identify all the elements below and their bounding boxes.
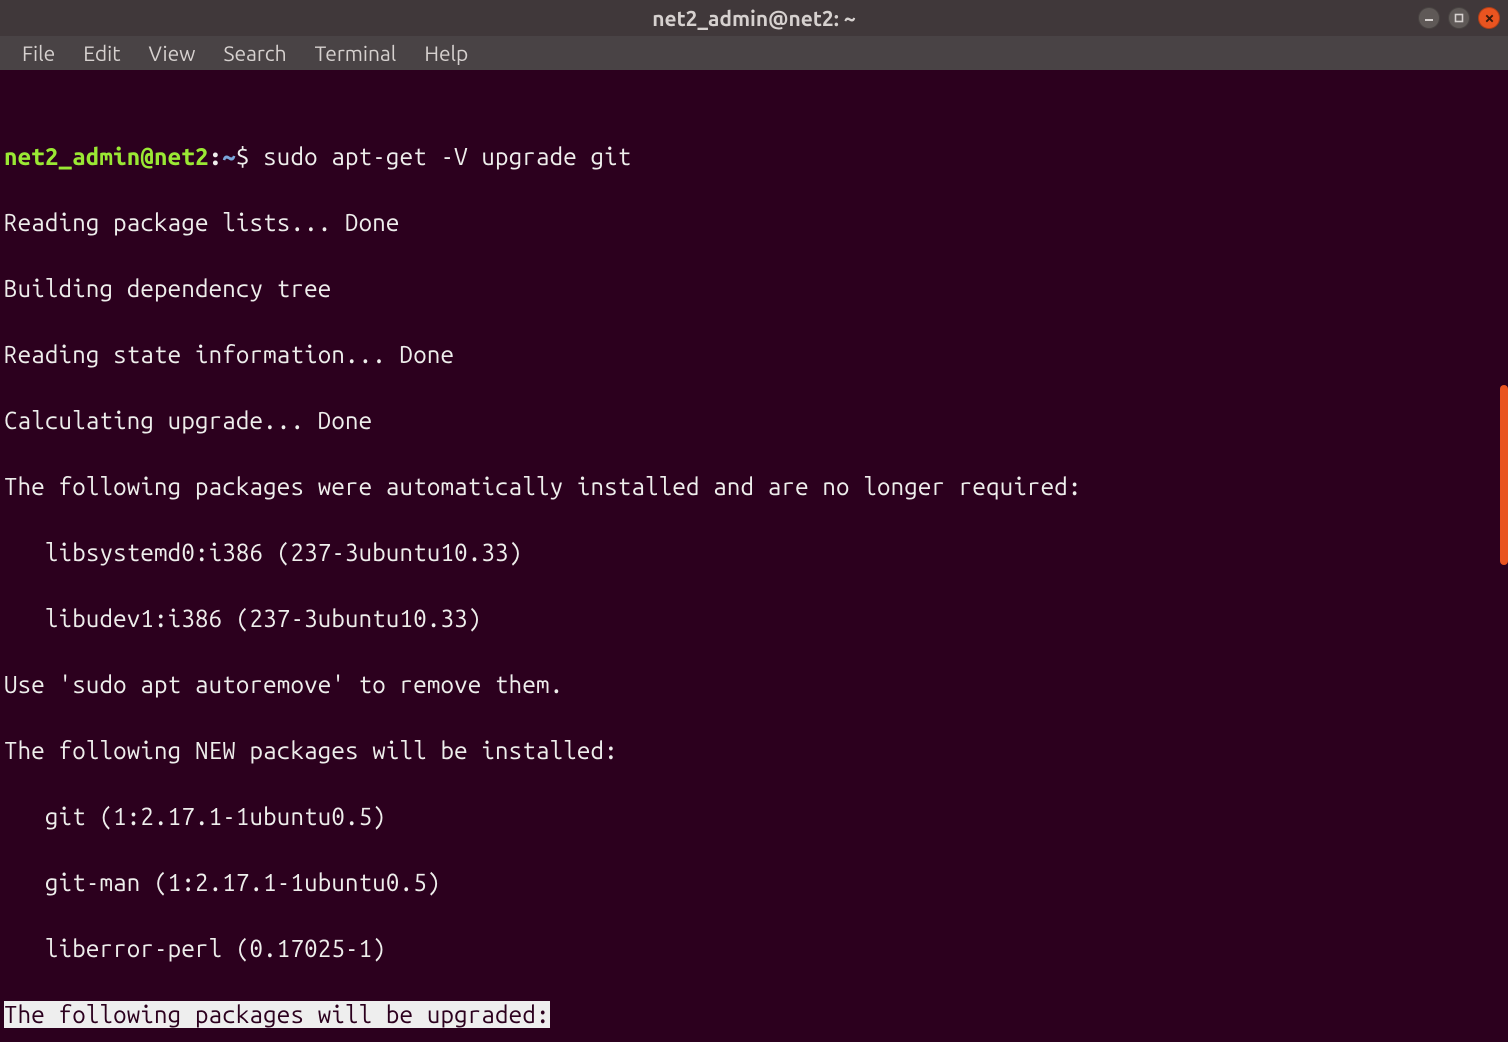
list-item: libudev1:i386 (237-3ubuntu10.33) bbox=[4, 602, 1504, 635]
list-item: libsystemd0:i386 (237-3ubuntu10.33) bbox=[4, 536, 1504, 569]
minimize-icon bbox=[1423, 12, 1435, 24]
titlebar: net2_admin@net2: ~ bbox=[0, 0, 1508, 36]
output-line: The following packages were automaticall… bbox=[4, 470, 1504, 503]
close-icon bbox=[1484, 13, 1495, 24]
prompt-line: net2_admin@net2:~$ sudo apt-get -V upgra… bbox=[4, 140, 1504, 173]
list-item: git-man (1:2.17.1-1ubuntu0.5) bbox=[4, 866, 1504, 899]
menu-file[interactable]: File bbox=[8, 38, 69, 68]
terminal-viewport[interactable]: net2_admin@net2:~$ sudo apt-get -V upgra… bbox=[0, 70, 1508, 1042]
maximize-icon bbox=[1453, 12, 1465, 24]
list-item-text: libudev1:i386 (237-3ubuntu10.33) bbox=[45, 605, 481, 632]
prompt-sep: : bbox=[209, 143, 223, 170]
maximize-button[interactable] bbox=[1448, 7, 1470, 29]
list-item-text: git-man (1:2.17.1-1ubuntu0.5) bbox=[45, 869, 441, 896]
window-controls bbox=[1418, 7, 1500, 29]
menu-view[interactable]: View bbox=[134, 38, 209, 68]
menubar: File Edit View Search Terminal Help bbox=[0, 36, 1508, 70]
output-line-highlighted: The following packages will be upgraded: bbox=[4, 998, 1504, 1031]
prompt-symbol: $ bbox=[236, 143, 250, 170]
list-item-text: libsystemd0:i386 (237-3ubuntu10.33) bbox=[45, 539, 522, 566]
output-line: Use 'sudo apt autoremove' to remove them… bbox=[4, 668, 1504, 701]
close-button[interactable] bbox=[1478, 7, 1500, 29]
selection-text: The following packages will be upgraded: bbox=[4, 1001, 550, 1028]
minimize-button[interactable] bbox=[1418, 7, 1440, 29]
list-item-text: liberror-perl (0.17025-1) bbox=[45, 935, 386, 962]
scrollbar-thumb[interactable] bbox=[1500, 385, 1508, 565]
list-item: liberror-perl (0.17025-1) bbox=[4, 932, 1504, 965]
output-line: Building dependency tree bbox=[4, 272, 1504, 305]
window-title: net2_admin@net2: ~ bbox=[652, 6, 856, 30]
output-line: Calculating upgrade... Done bbox=[4, 404, 1504, 437]
menu-edit[interactable]: Edit bbox=[69, 38, 134, 68]
prompt-userhost: net2_admin@net2 bbox=[4, 143, 209, 170]
list-item-text: git (1:2.17.1-1ubuntu0.5) bbox=[45, 803, 386, 830]
command-text: sudo apt-get -V upgrade git bbox=[263, 143, 631, 170]
prompt-path: ~ bbox=[222, 143, 236, 170]
output-line: Reading package lists... Done bbox=[4, 206, 1504, 239]
list-item: git (1:2.17.1-1ubuntu0.5) bbox=[4, 800, 1504, 833]
command-text bbox=[250, 143, 264, 170]
menu-search[interactable]: Search bbox=[209, 38, 300, 68]
output-line: The following NEW packages will be insta… bbox=[4, 734, 1504, 767]
menu-help[interactable]: Help bbox=[410, 38, 482, 68]
output-line: Reading state information... Done bbox=[4, 338, 1504, 371]
menu-terminal[interactable]: Terminal bbox=[301, 38, 411, 68]
